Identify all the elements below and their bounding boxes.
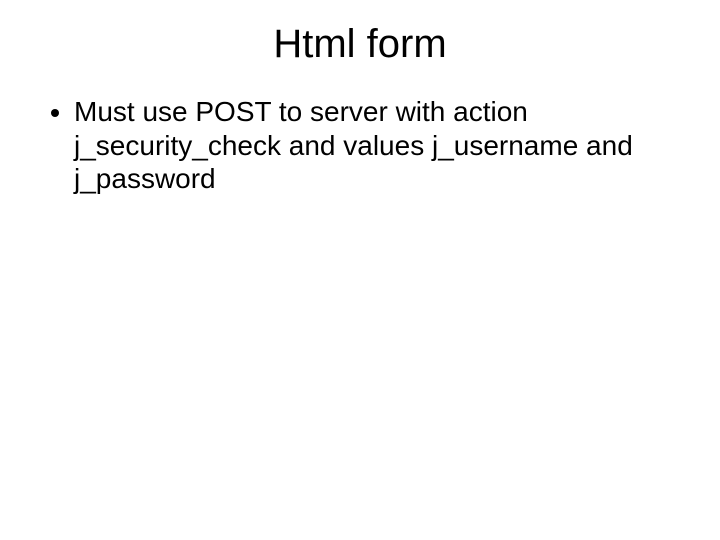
slide-body: Must use POST to server with action j_se… xyxy=(0,67,720,196)
list-item: Must use POST to server with action j_se… xyxy=(74,95,680,196)
bullet-list: Must use POST to server with action j_se… xyxy=(40,95,680,196)
slide: Html form Must use POST to server with a… xyxy=(0,0,720,540)
slide-title: Html form xyxy=(0,0,720,67)
